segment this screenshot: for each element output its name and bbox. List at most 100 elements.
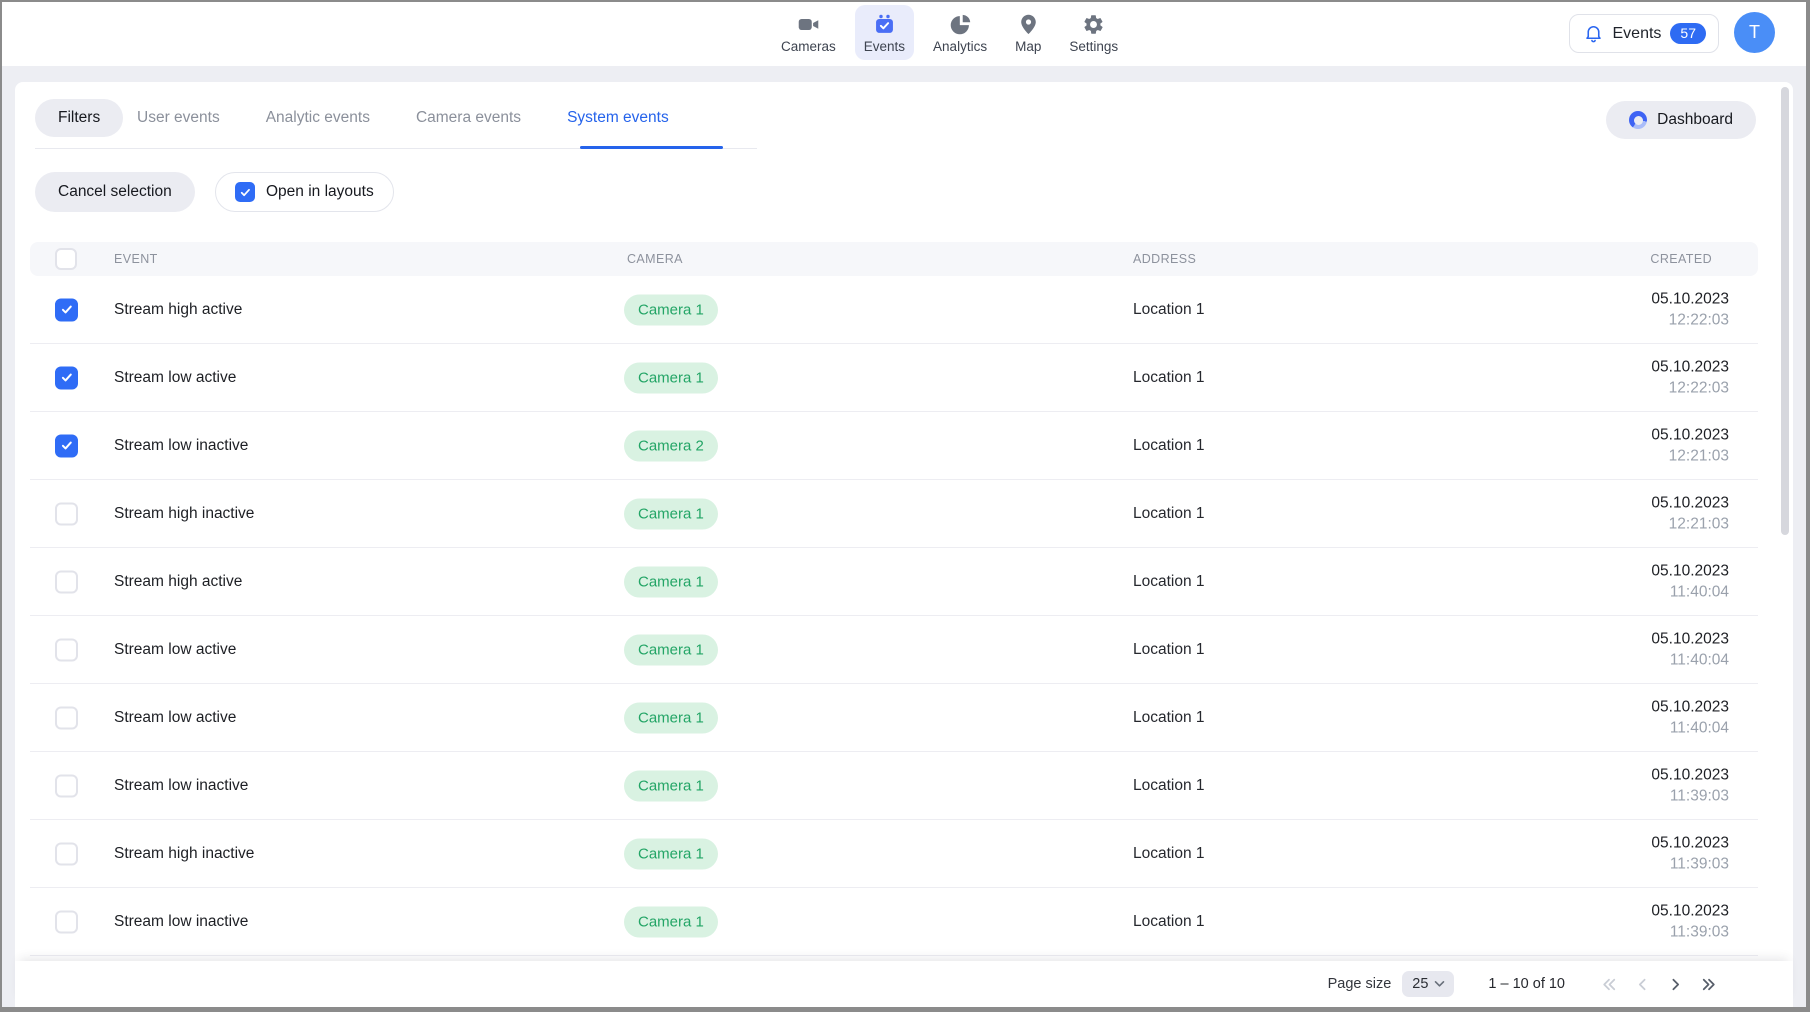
nav-item-label: Cameras bbox=[781, 39, 836, 54]
calendar-check-icon bbox=[873, 13, 896, 36]
created-date: 05.10.2023 bbox=[1651, 560, 1729, 582]
avatar[interactable]: T bbox=[1734, 12, 1775, 53]
row-checkbox[interactable] bbox=[55, 910, 78, 933]
created: 05.10.2023 11:40:04 bbox=[1651, 628, 1729, 671]
event-name: Stream high active bbox=[114, 301, 242, 319]
row-checkbox[interactable] bbox=[55, 842, 78, 865]
row-checkbox[interactable] bbox=[55, 298, 78, 321]
tab-camera-events[interactable]: Camera events bbox=[398, 99, 539, 137]
chevron-right-icon bbox=[1666, 975, 1685, 994]
column-header-address: ADDRESS bbox=[1133, 252, 1196, 266]
table-header: EVENT CAMERA ADDRESS CREATED bbox=[30, 242, 1758, 276]
address: Location 1 bbox=[1133, 573, 1205, 591]
created: 05.10.2023 11:40:04 bbox=[1651, 560, 1729, 603]
row-checkbox[interactable] bbox=[55, 706, 78, 729]
last-page-button[interactable] bbox=[1696, 972, 1720, 996]
row-checkbox[interactable] bbox=[55, 774, 78, 797]
created-date: 05.10.2023 bbox=[1651, 628, 1729, 650]
created-time: 11:39:03 bbox=[1651, 786, 1729, 808]
row-checkbox[interactable] bbox=[55, 502, 78, 525]
table-row[interactable]: Stream low inactive Camera 1 Location 1 … bbox=[30, 888, 1758, 956]
tab-user-events[interactable]: User events bbox=[119, 99, 238, 137]
check-icon bbox=[60, 439, 74, 453]
camera-chip: Camera 1 bbox=[624, 498, 718, 529]
camera-chip: Camera 1 bbox=[624, 634, 718, 665]
bell-icon bbox=[1583, 23, 1604, 44]
nav-item-settings[interactable]: Settings bbox=[1060, 5, 1127, 60]
tab-system-events[interactable]: System events bbox=[549, 99, 687, 137]
top-bar: Cameras Events Analytics Map Settings Ev… bbox=[2, 2, 1806, 66]
created-date: 05.10.2023 bbox=[1651, 492, 1729, 514]
event-name: Stream low active bbox=[114, 709, 236, 727]
page-size-value: 25 bbox=[1412, 976, 1428, 992]
created-date: 05.10.2023 bbox=[1651, 356, 1729, 378]
row-checkbox[interactable] bbox=[55, 638, 78, 661]
nav-item-analytics[interactable]: Analytics bbox=[924, 5, 996, 60]
nav-item-label: Events bbox=[864, 39, 905, 54]
event-name: Stream low active bbox=[114, 369, 236, 387]
page-size-select[interactable]: 25 bbox=[1402, 971, 1454, 997]
row-checkbox[interactable] bbox=[55, 366, 78, 389]
row-checkbox[interactable] bbox=[55, 570, 78, 593]
nav-item-map[interactable]: Map bbox=[1006, 5, 1050, 60]
event-name: Stream high active bbox=[114, 573, 242, 591]
dashboard-icon bbox=[1629, 111, 1647, 129]
created: 05.10.2023 11:39:03 bbox=[1651, 832, 1729, 875]
nav-item-cameras[interactable]: Cameras bbox=[772, 5, 845, 60]
table-row[interactable]: Stream low inactive Camera 1 Location 1 … bbox=[30, 752, 1758, 820]
created-time: 12:22:03 bbox=[1651, 310, 1729, 332]
table-row[interactable]: Stream low active Camera 1 Location 1 05… bbox=[30, 616, 1758, 684]
filters-button[interactable]: Filters bbox=[35, 99, 123, 137]
address: Location 1 bbox=[1133, 369, 1205, 387]
address: Location 1 bbox=[1133, 437, 1205, 455]
nav-item-events[interactable]: Events bbox=[855, 5, 914, 60]
table-row[interactable]: Stream low active Camera 1 Location 1 05… bbox=[30, 344, 1758, 412]
table-row[interactable]: Stream high inactive Camera 1 Location 1… bbox=[30, 820, 1758, 888]
events-notifications-button[interactable]: Events 57 bbox=[1569, 14, 1720, 53]
table-row[interactable]: Stream low inactive Camera 2 Location 1 … bbox=[30, 412, 1758, 480]
table-row[interactable]: Stream high active Camera 1 Location 1 0… bbox=[30, 548, 1758, 616]
open-in-layouts-checkbox[interactable] bbox=[235, 182, 255, 202]
tab-analytic-events[interactable]: Analytic events bbox=[248, 99, 388, 137]
gear-icon bbox=[1082, 13, 1105, 36]
created-date: 05.10.2023 bbox=[1651, 764, 1729, 786]
event-name: Stream low inactive bbox=[114, 777, 248, 795]
created-date: 05.10.2023 bbox=[1651, 832, 1729, 854]
select-all-checkbox[interactable] bbox=[55, 248, 77, 270]
created-date: 05.10.2023 bbox=[1651, 696, 1729, 718]
table-row[interactable]: Stream high active Camera 1 Location 1 0… bbox=[30, 276, 1758, 344]
created-date: 05.10.2023 bbox=[1651, 288, 1729, 310]
event-name: Stream low active bbox=[114, 641, 236, 659]
nav-item-label: Map bbox=[1015, 39, 1041, 54]
dashboard-button[interactable]: Dashboard bbox=[1606, 101, 1756, 139]
chevron-left-icon bbox=[1633, 975, 1652, 994]
created: 05.10.2023 11:40:04 bbox=[1651, 696, 1729, 739]
double-chevron-left-icon bbox=[1600, 975, 1619, 994]
address: Location 1 bbox=[1133, 641, 1205, 659]
events-button-label: Events bbox=[1613, 25, 1662, 43]
row-checkbox[interactable] bbox=[55, 434, 78, 457]
address: Location 1 bbox=[1133, 709, 1205, 727]
created-date: 05.10.2023 bbox=[1651, 900, 1729, 922]
camera-chip: Camera 1 bbox=[624, 770, 718, 801]
video-camera-icon bbox=[797, 13, 820, 36]
created-time: 11:40:04 bbox=[1651, 718, 1729, 740]
map-pin-icon bbox=[1017, 13, 1040, 36]
open-in-layouts-button[interactable]: Open in layouts bbox=[215, 172, 394, 212]
dashboard-label: Dashboard bbox=[1657, 111, 1733, 129]
created-time: 12:21:03 bbox=[1651, 446, 1729, 468]
created: 05.10.2023 11:39:03 bbox=[1651, 764, 1729, 807]
first-page-button[interactable] bbox=[1597, 972, 1621, 996]
top-nav: Cameras Events Analytics Map Settings bbox=[772, 5, 1127, 60]
address: Location 1 bbox=[1133, 913, 1205, 931]
tab-bar: User events Analytic events Camera events S… bbox=[119, 99, 687, 137]
next-page-button[interactable] bbox=[1663, 972, 1687, 996]
table-row[interactable]: Stream low active Camera 1 Location 1 05… bbox=[30, 684, 1758, 752]
vertical-scrollbar-thumb[interactable] bbox=[1781, 87, 1789, 535]
camera-chip: Camera 1 bbox=[624, 906, 718, 937]
table-row[interactable]: Stream high inactive Camera 1 Location 1… bbox=[30, 480, 1758, 548]
cancel-selection-button[interactable]: Cancel selection bbox=[35, 172, 195, 212]
prev-page-button[interactable] bbox=[1630, 972, 1654, 996]
created-date: 05.10.2023 bbox=[1651, 424, 1729, 446]
content-card: Filters User events Analytic events Camera… bbox=[15, 82, 1793, 1007]
